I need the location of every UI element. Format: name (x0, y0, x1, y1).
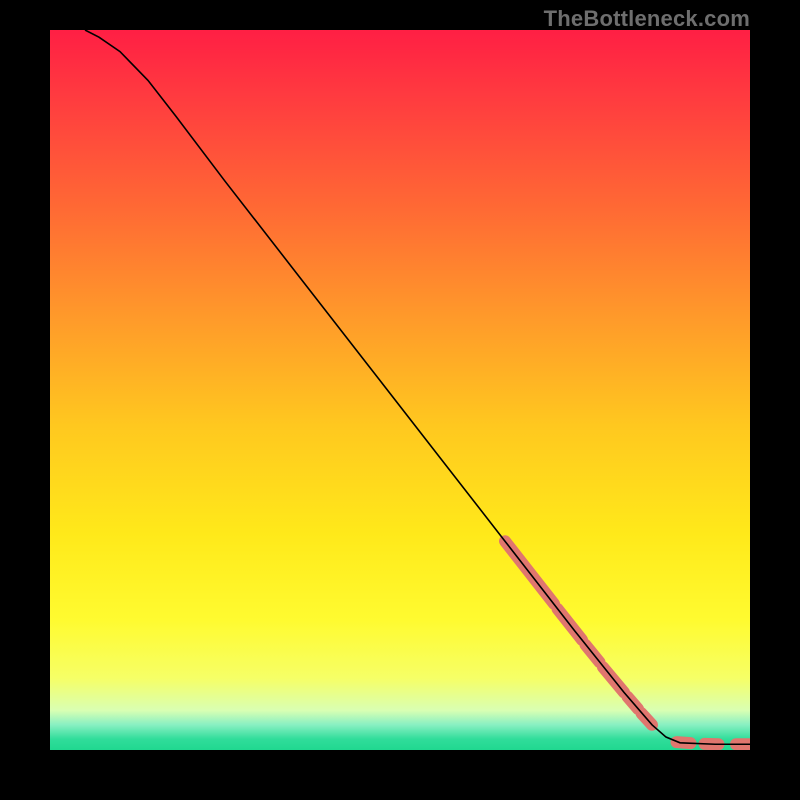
watermark-text: TheBottleneck.com (544, 6, 750, 32)
plot-background (50, 30, 750, 750)
chart-plot (50, 30, 750, 750)
chart-frame: TheBottleneck.com (0, 0, 800, 800)
